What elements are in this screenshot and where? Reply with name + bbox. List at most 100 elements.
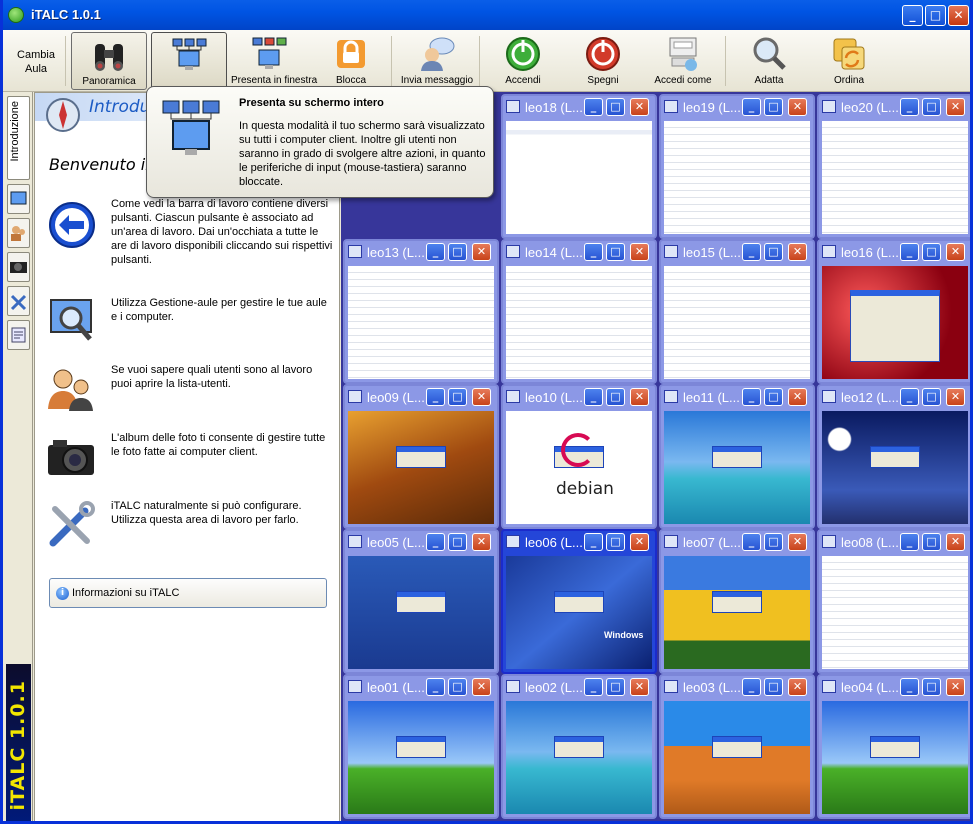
client-tile-titlebar[interactable]: leo14 (L... _ □ ✕ bbox=[503, 241, 655, 263]
tab-users[interactable] bbox=[7, 218, 30, 248]
client-close-button[interactable]: ✕ bbox=[946, 243, 965, 261]
client-minimize-button[interactable]: _ bbox=[584, 388, 603, 406]
client-minimize-button[interactable]: _ bbox=[742, 98, 761, 116]
client-maximize-button[interactable]: □ bbox=[764, 243, 783, 261]
client-minimize-button[interactable]: _ bbox=[900, 98, 919, 116]
tab-about[interactable] bbox=[7, 320, 30, 350]
client-tile[interactable]: leo13 (L... _ □ ✕ bbox=[343, 239, 499, 384]
panoramica-button[interactable]: Panoramica bbox=[71, 32, 147, 90]
accedi-come-button[interactable]: Accedi come bbox=[645, 32, 721, 90]
client-maximize-button[interactable]: □ bbox=[448, 533, 467, 551]
client-maximize-button[interactable]: □ bbox=[922, 98, 941, 116]
client-minimize-button[interactable]: _ bbox=[584, 533, 603, 551]
client-screen-thumbnail[interactable] bbox=[664, 121, 810, 234]
client-minimize-button[interactable]: _ bbox=[426, 678, 445, 696]
client-close-button[interactable]: ✕ bbox=[630, 388, 649, 406]
client-minimize-button[interactable]: _ bbox=[900, 243, 919, 261]
client-minimize-button[interactable]: _ bbox=[584, 98, 603, 116]
client-tile[interactable]: leo15 (L... _ □ ✕ bbox=[659, 239, 815, 384]
client-tile[interactable]: leo14 (L... _ □ ✕ bbox=[501, 239, 657, 384]
client-close-button[interactable]: ✕ bbox=[472, 243, 491, 261]
presenta-schermo-intero-button[interactable] bbox=[151, 32, 227, 90]
client-maximize-button[interactable]: □ bbox=[448, 678, 467, 696]
client-minimize-button[interactable]: _ bbox=[742, 533, 761, 551]
title-bar[interactable]: iTALC 1.0.1 _ □ ✕ bbox=[3, 0, 970, 30]
client-tile[interactable]: leo06 (L... _ □ ✕ Windows bbox=[501, 529, 657, 674]
client-maximize-button[interactable]: □ bbox=[922, 533, 941, 551]
accendi-button[interactable]: Accendi bbox=[485, 32, 561, 90]
client-screen-thumbnail[interactable]: Windows bbox=[506, 556, 652, 669]
client-minimize-button[interactable]: _ bbox=[426, 388, 445, 406]
client-tile-titlebar[interactable]: leo07 (L... _ □ ✕ bbox=[661, 531, 813, 553]
client-maximize-button[interactable]: □ bbox=[606, 243, 625, 261]
client-screen-thumbnail[interactable] bbox=[664, 411, 810, 524]
presenta-in-finestra-button[interactable]: Presenta in finestra bbox=[231, 32, 317, 90]
client-close-button[interactable]: ✕ bbox=[946, 533, 965, 551]
client-tile-titlebar[interactable]: leo11 (L... _ □ ✕ bbox=[661, 386, 813, 408]
client-close-button[interactable]: ✕ bbox=[630, 533, 649, 551]
client-tile-titlebar[interactable]: leo16 (L... _ □ ✕ bbox=[819, 241, 970, 263]
client-tile-titlebar[interactable]: leo09 (L... _ □ ✕ bbox=[345, 386, 497, 408]
client-maximize-button[interactable]: □ bbox=[764, 98, 783, 116]
client-screen-thumbnail[interactable] bbox=[506, 266, 652, 379]
client-tile-titlebar[interactable]: leo15 (L... _ □ ✕ bbox=[661, 241, 813, 263]
client-minimize-button[interactable]: _ bbox=[426, 533, 445, 551]
tab-snapshots[interactable] bbox=[7, 252, 30, 282]
client-close-button[interactable]: ✕ bbox=[946, 678, 965, 696]
client-screen-thumbnail[interactable]: debian bbox=[506, 411, 652, 524]
cambia-aula-button[interactable]: Cambia Aula bbox=[15, 48, 57, 76]
client-tile[interactable]: leo01 (L... _ □ ✕ bbox=[343, 674, 499, 819]
client-close-button[interactable]: ✕ bbox=[630, 98, 649, 116]
client-tile-titlebar[interactable]: leo12 (L... _ □ ✕ bbox=[819, 386, 970, 408]
client-maximize-button[interactable]: □ bbox=[448, 243, 467, 261]
client-maximize-button[interactable]: □ bbox=[606, 388, 625, 406]
client-screen-thumbnail[interactable] bbox=[348, 556, 494, 669]
client-screen-thumbnail[interactable] bbox=[506, 121, 652, 234]
client-screen-thumbnail[interactable] bbox=[348, 411, 494, 524]
client-tile[interactable]: leo10 (L... _ □ ✕ debian bbox=[501, 384, 657, 529]
close-button[interactable]: ✕ bbox=[948, 5, 969, 26]
client-tile-titlebar[interactable]: leo02 (L... _ □ ✕ bbox=[503, 676, 655, 698]
client-maximize-button[interactable]: □ bbox=[606, 678, 625, 696]
client-close-button[interactable]: ✕ bbox=[472, 533, 491, 551]
adatta-button[interactable]: Adatta bbox=[731, 32, 807, 90]
tab-introduzione[interactable]: Introduzione bbox=[7, 96, 30, 180]
client-screen-thumbnail[interactable] bbox=[664, 266, 810, 379]
client-screen-thumbnail[interactable] bbox=[822, 121, 968, 234]
client-tile[interactable]: leo18 (L... _ □ ✕ bbox=[501, 94, 657, 239]
client-tile[interactable]: leo02 (L... _ □ ✕ bbox=[501, 674, 657, 819]
client-close-button[interactable]: ✕ bbox=[946, 98, 965, 116]
client-close-button[interactable]: ✕ bbox=[788, 388, 807, 406]
client-close-button[interactable]: ✕ bbox=[788, 678, 807, 696]
client-maximize-button[interactable]: □ bbox=[922, 388, 941, 406]
client-tile[interactable]: leo08 (L... _ □ ✕ bbox=[817, 529, 970, 674]
tab-classroom-manager[interactable] bbox=[7, 184, 30, 214]
client-maximize-button[interactable]: □ bbox=[922, 678, 941, 696]
tab-config[interactable] bbox=[7, 286, 30, 316]
client-minimize-button[interactable]: _ bbox=[426, 243, 445, 261]
client-tile-titlebar[interactable]: leo03 (L... _ □ ✕ bbox=[661, 676, 813, 698]
minimize-button[interactable]: _ bbox=[902, 5, 923, 26]
client-minimize-button[interactable]: _ bbox=[742, 388, 761, 406]
client-minimize-button[interactable]: _ bbox=[900, 388, 919, 406]
client-close-button[interactable]: ✕ bbox=[630, 678, 649, 696]
client-tile-titlebar[interactable]: leo20 (L... _ □ ✕ bbox=[819, 96, 970, 118]
client-maximize-button[interactable]: □ bbox=[606, 98, 625, 116]
client-maximize-button[interactable]: □ bbox=[764, 678, 783, 696]
client-tile[interactable]: leo04 (L... _ □ ✕ bbox=[817, 674, 970, 819]
client-screen-thumbnail[interactable] bbox=[348, 266, 494, 379]
client-minimize-button[interactable]: _ bbox=[900, 678, 919, 696]
client-tile[interactable]: leo20 (L... _ □ ✕ bbox=[817, 94, 970, 239]
client-maximize-button[interactable]: □ bbox=[606, 533, 625, 551]
client-screen-thumbnail[interactable] bbox=[348, 701, 494, 814]
client-tile-titlebar[interactable]: leo06 (L... _ □ ✕ bbox=[503, 531, 655, 553]
client-close-button[interactable]: ✕ bbox=[472, 678, 491, 696]
client-tile-titlebar[interactable]: leo05 (L... _ □ ✕ bbox=[345, 531, 497, 553]
client-tile-titlebar[interactable]: leo19 (L... _ □ ✕ bbox=[661, 96, 813, 118]
spegni-button[interactable]: Spegni bbox=[565, 32, 641, 90]
client-screen-thumbnail[interactable] bbox=[822, 266, 968, 379]
client-tile[interactable]: leo07 (L... _ □ ✕ bbox=[659, 529, 815, 674]
client-screen-thumbnail[interactable] bbox=[664, 556, 810, 669]
client-close-button[interactable]: ✕ bbox=[788, 98, 807, 116]
maximize-button[interactable]: □ bbox=[925, 5, 946, 26]
